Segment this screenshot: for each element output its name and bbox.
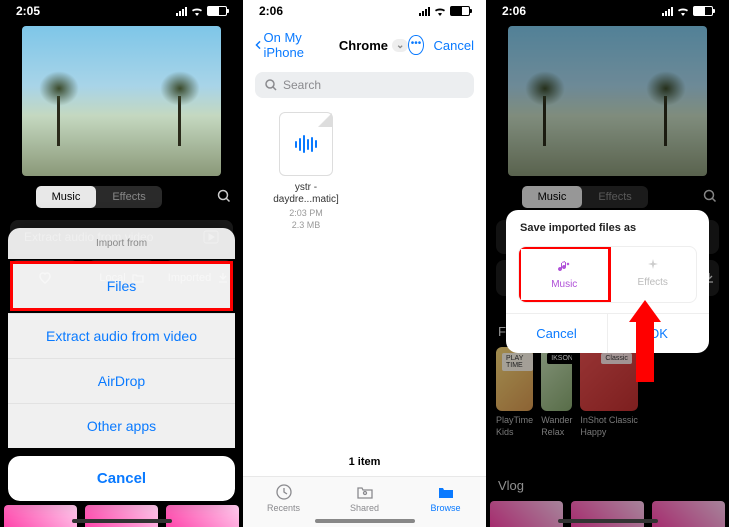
clock: 2:05 [16, 4, 40, 18]
file-size: 2.3 MB [261, 220, 351, 230]
clock-icon [275, 483, 293, 501]
shared-folder-icon [356, 483, 374, 501]
file-name: daydre...matic] [261, 194, 351, 206]
search-icon[interactable] [217, 189, 231, 206]
home-indicator [315, 519, 415, 523]
more-button[interactable]: ••• [408, 35, 423, 55]
status-bar: 2:06 [486, 0, 729, 22]
option-extract-audio[interactable]: Extract audio from video [8, 313, 235, 358]
vlog-thumbs [0, 505, 243, 527]
battery-icon [450, 6, 470, 16]
screen-2-files-browser: 2:06 On My iPhone Chrome ⌄ ••• Cancel Se… [243, 0, 486, 527]
screen-3-save-dialog: 2:06 Music Effects Extract audio from vi… [486, 0, 729, 527]
status-icons [419, 6, 470, 16]
sheet-cancel[interactable]: Cancel [8, 456, 235, 501]
status-bar: 2:05 [0, 0, 243, 22]
file-name: ystr - [261, 182, 351, 194]
clock: 2:06 [502, 4, 526, 18]
signal-icon [662, 7, 673, 16]
screen-1-music-import: 2:05 Music Effects Extract audio from vi… [0, 0, 243, 527]
video-preview[interactable] [22, 26, 221, 176]
item-count: 1 item [243, 448, 486, 476]
import-action-sheet: Import from Files Extract audio from vid… [8, 228, 235, 501]
search-placeholder: Search [283, 78, 321, 92]
signal-icon [419, 7, 430, 16]
modal-cancel[interactable]: Cancel [506, 314, 608, 353]
clock: 2:06 [259, 4, 283, 18]
modal-title: Save imported files as [506, 210, 709, 246]
tab-browse[interactable]: Browse [405, 477, 486, 527]
files-navbar: On My iPhone Chrome ⌄ ••• Cancel [243, 22, 486, 68]
status-icons [176, 6, 227, 16]
battery-icon [207, 6, 227, 16]
signal-icon [176, 7, 187, 16]
segment-control: Music Effects [36, 186, 162, 208]
wifi-icon [434, 7, 446, 16]
option-airdrop[interactable]: AirDrop [8, 358, 235, 403]
option-files[interactable]: Files [10, 261, 233, 311]
home-indicator [72, 519, 172, 523]
sheet-title: Import from [8, 228, 235, 259]
tab-effects[interactable]: Effects [96, 186, 161, 208]
back-button[interactable]: On My iPhone [255, 30, 323, 60]
modal-actions: Cancel OK [506, 313, 709, 353]
choice-music[interactable]: Music [518, 246, 611, 303]
option-other-apps[interactable]: Other apps [8, 403, 235, 448]
search-field[interactable]: Search [255, 72, 474, 98]
search-icon [265, 79, 277, 91]
tab-music[interactable]: Music [36, 186, 97, 208]
music-note-icon [556, 259, 572, 275]
file-time: 2:03 PM [261, 208, 351, 218]
save-as-modal: Save imported files as Music Effects Can… [506, 210, 709, 353]
files-cancel[interactable]: Cancel [434, 38, 474, 53]
save-type-choices: Music Effects [518, 246, 697, 303]
files-bottom: 1 item Recents Shared Browse [243, 448, 486, 527]
annotation-arrow [632, 300, 658, 380]
tab-recents[interactable]: Recents [243, 477, 324, 527]
file-item[interactable]: ystr - daydre...matic] 2:03 PM 2.3 MB [261, 112, 351, 230]
audio-file-icon [279, 112, 333, 176]
wifi-icon [677, 7, 689, 16]
chevron-down-icon: ⌄ [392, 39, 408, 52]
sparkle-icon [645, 257, 661, 273]
status-bar: 2:06 [243, 0, 486, 22]
audio-tabs: Music Effects [0, 180, 243, 214]
folder-icon [437, 483, 455, 501]
home-indicator [558, 519, 658, 523]
folder-title[interactable]: Chrome ⌄ [339, 38, 409, 53]
chevron-left-icon [255, 38, 262, 52]
status-icons [662, 6, 713, 16]
battery-icon [693, 6, 713, 16]
wifi-icon [191, 7, 203, 16]
choice-effects[interactable]: Effects [610, 247, 697, 302]
